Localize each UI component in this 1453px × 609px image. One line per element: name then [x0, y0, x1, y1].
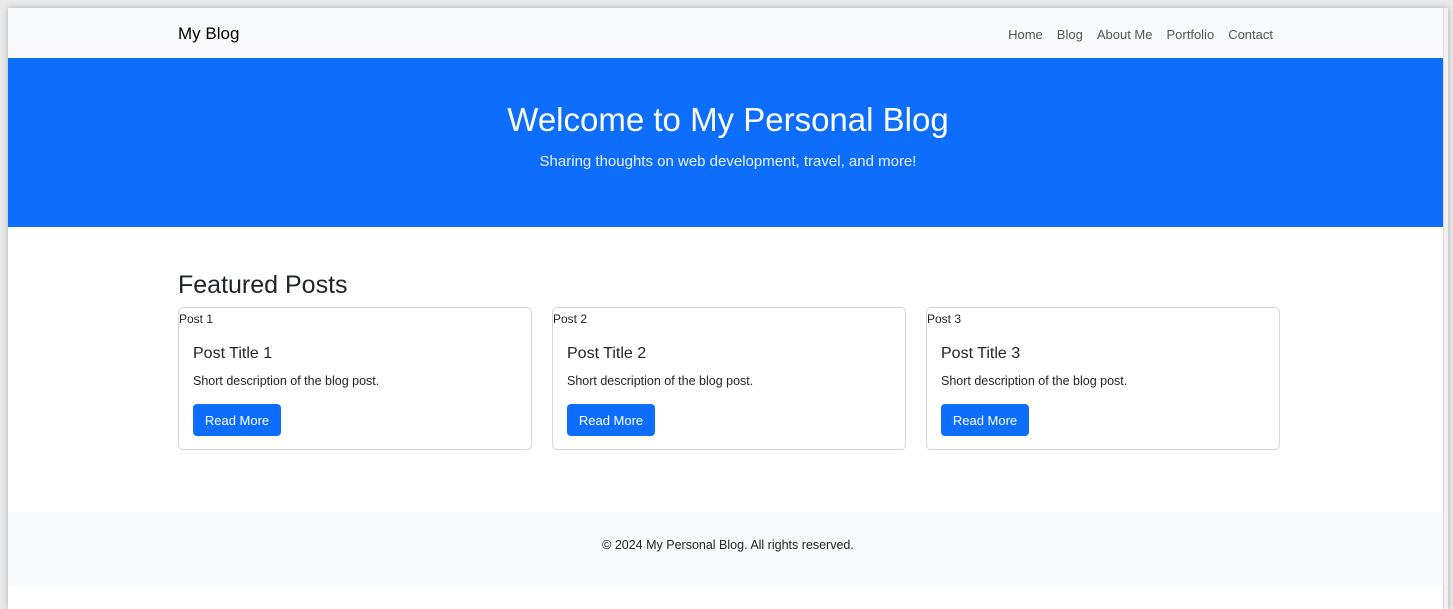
post-title: Post Title 1: [193, 345, 273, 362]
browser-page: My Blog Home Blog About Me Portfolio Con…: [8, 8, 1448, 609]
nav-links: Home Blog About Me Portfolio Contact: [1001, 27, 1273, 42]
scrollbar[interactable]: [1443, 8, 1448, 609]
nav-link-contact[interactable]: Contact: [1221, 27, 1273, 42]
read-more-button[interactable]: Read More: [567, 404, 655, 436]
hero-subtitle: Sharing thoughts on web development, tra…: [539, 153, 917, 170]
post-image-alt: Post 3: [927, 312, 962, 326]
post-card-2: Post 2 Post Title 2 Short description of…: [552, 307, 906, 450]
read-more-button[interactable]: Read More: [941, 404, 1029, 436]
featured-posts-section: Featured Posts Post 1 Post Title 1 Short…: [8, 227, 1448, 512]
post-card-1: Post 1 Post Title 1 Short description of…: [178, 307, 532, 450]
nav-link-home[interactable]: Home: [1001, 27, 1050, 42]
footer: © 2024 My Personal Blog. All rights rese…: [8, 512, 1448, 585]
hero-banner: Welcome to My Personal Blog Sharing thou…: [8, 58, 1448, 227]
footer-copyright: © 2024 My Personal Blog. All rights rese…: [602, 538, 854, 552]
post-description: Short description of the blog post.: [193, 374, 380, 388]
hero-title: Welcome to My Personal Blog: [507, 101, 949, 138]
post-description: Short description of the blog post.: [941, 374, 1128, 388]
brand-logo-link[interactable]: My Blog: [178, 24, 239, 44]
post-title: Post Title 2: [567, 345, 647, 362]
read-more-button[interactable]: Read More: [193, 404, 281, 436]
post-description: Short description of the blog post.: [567, 374, 754, 388]
post-image-alt: Post 2: [553, 312, 588, 326]
post-image-alt: Post 1: [179, 312, 214, 326]
nav-link-portfolio[interactable]: Portfolio: [1159, 27, 1221, 42]
nav-link-blog[interactable]: Blog: [1050, 27, 1090, 42]
post-title: Post Title 3: [941, 345, 1021, 362]
navbar: My Blog Home Blog About Me Portfolio Con…: [8, 8, 1448, 58]
nav-link-about-me[interactable]: About Me: [1090, 27, 1160, 42]
featured-posts-heading: Featured Posts: [178, 271, 348, 299]
post-card-3: Post 3 Post Title 3 Short description of…: [926, 307, 1280, 450]
